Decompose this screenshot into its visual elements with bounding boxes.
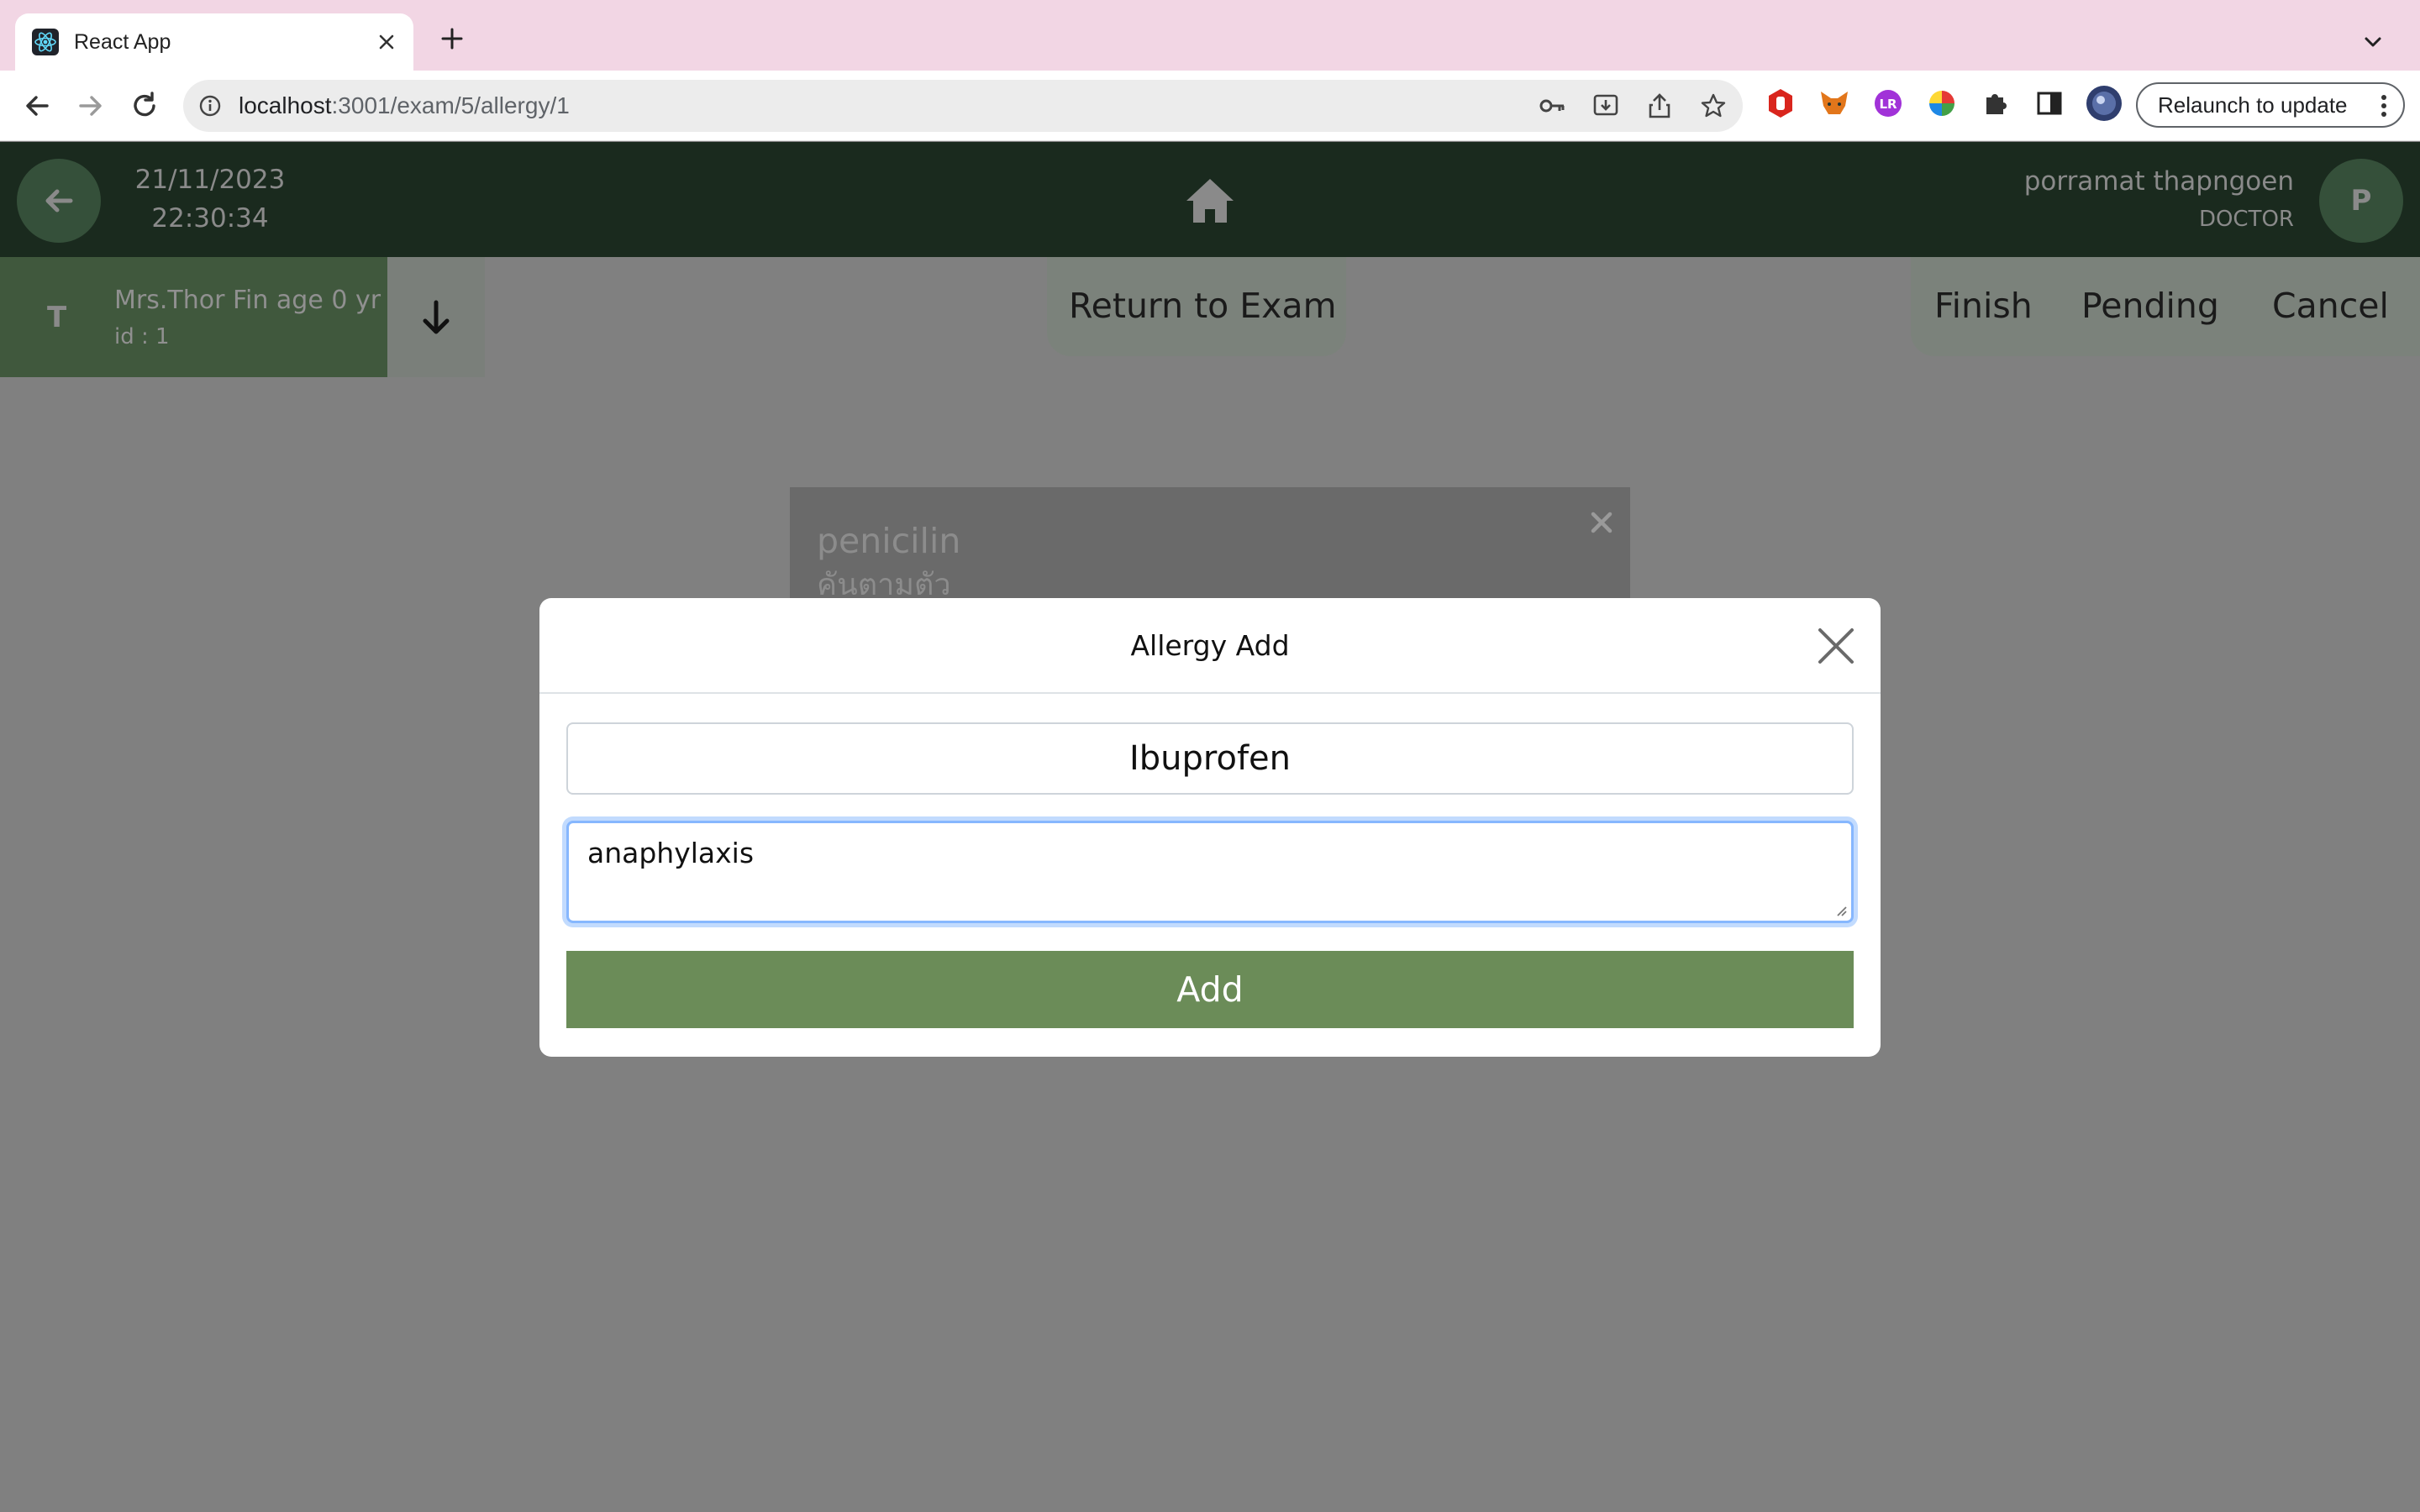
relaunch-button[interactable]: Relaunch to update: [2136, 82, 2405, 128]
fox-icon[interactable]: [1818, 87, 1850, 119]
arrow-down-icon: [423, 300, 450, 334]
close-icon[interactable]: [1815, 625, 1857, 667]
browser-tab-strip: React App: [0, 0, 2420, 71]
finish-button[interactable]: Finish: [1934, 282, 2033, 329]
star-icon[interactable]: [1699, 92, 1728, 120]
allergy-add-modal: Allergy Add Ibuprofen anaphylaxis Add: [539, 598, 1881, 1057]
arrow-left-icon[interactable]: [18, 87, 55, 124]
patient-name: Mrs.Thor Fin age 0 yr: [114, 286, 381, 315]
profile-avatar-icon[interactable]: [2086, 85, 2123, 122]
user-name: porramat thapngoen: [2023, 166, 2294, 197]
modal-header: Allergy Add: [539, 598, 1881, 694]
app-header: 21/11/2023 22:30:34 porramat thapngoen D…: [0, 142, 2420, 257]
svg-text:LR: LR: [1879, 97, 1897, 112]
close-icon[interactable]: [370, 25, 403, 59]
address-bar[interactable]: localhost:3001/exam/5/allergy/1: [183, 80, 1743, 132]
plus-icon[interactable]: [435, 22, 469, 55]
allergy-card: penicilin คันตามตัว: [790, 487, 1630, 605]
return-to-exam-label: Return to Exam: [1069, 286, 1337, 326]
exam-actions-group: Finish Pending Cancel: [1911, 257, 2420, 356]
info-icon[interactable]: [198, 94, 222, 118]
patient-initial: T: [47, 301, 67, 334]
reaction-textarea[interactable]: anaphylaxis: [566, 821, 1854, 923]
back-button[interactable]: [17, 159, 101, 243]
modal-title: Allergy Add: [1130, 629, 1290, 662]
avatar[interactable]: P: [2319, 159, 2403, 243]
hand-stop-icon[interactable]: [1765, 87, 1797, 119]
tab-title: React App: [74, 30, 171, 54]
home-icon[interactable]: [1183, 176, 1237, 226]
key-icon[interactable]: [1538, 92, 1566, 120]
pending-button[interactable]: Pending: [2081, 282, 2219, 329]
arrow-left-icon: [45, 189, 73, 213]
share-icon[interactable]: [1645, 92, 1674, 120]
drug-name-input[interactable]: Ibuprofen: [566, 722, 1854, 795]
expand-patient-button[interactable]: [387, 257, 485, 377]
arrow-right-icon[interactable]: [72, 87, 109, 124]
return-to-exam-button[interactable]: Return to Exam: [1047, 257, 1346, 356]
url-path: :3001/exam/5/allergy/1: [331, 92, 570, 118]
patient-card: T Mrs.Thor Fin age 0 yr id : 1: [0, 257, 387, 377]
resize-handle-icon[interactable]: [1833, 902, 1848, 917]
color-wheel-icon[interactable]: [1926, 87, 1958, 119]
allergy-card-title: penicilin: [817, 521, 961, 561]
browser-tab[interactable]: React App: [15, 13, 413, 71]
cancel-button[interactable]: Cancel: [2272, 282, 2389, 329]
patient-id: id : 1: [114, 324, 170, 349]
kebab-menu-icon[interactable]: [2380, 94, 2388, 118]
url-text: localhost:3001/exam/5/allergy/1: [239, 80, 570, 132]
reload-icon[interactable]: [126, 87, 163, 124]
lr-icon[interactable]: LR: [1872, 87, 1904, 119]
install-icon[interactable]: [1591, 92, 1620, 120]
add-button[interactable]: Add: [566, 951, 1854, 1028]
close-icon[interactable]: [1586, 507, 1617, 538]
puzzle-icon[interactable]: [1980, 87, 2012, 119]
chevron-down-icon[interactable]: [2358, 27, 2388, 57]
url-host: localhost: [239, 92, 332, 118]
relaunch-label: Relaunch to update: [2158, 92, 2348, 118]
header-time: 22:30:34: [151, 203, 269, 234]
header-date: 21/11/2023: [134, 165, 286, 195]
reaction-text: anaphylaxis: [587, 837, 755, 869]
react-icon: [32, 29, 59, 55]
user-role: DOCTOR: [2198, 207, 2294, 232]
sidepanel-icon[interactable]: [2033, 87, 2065, 119]
